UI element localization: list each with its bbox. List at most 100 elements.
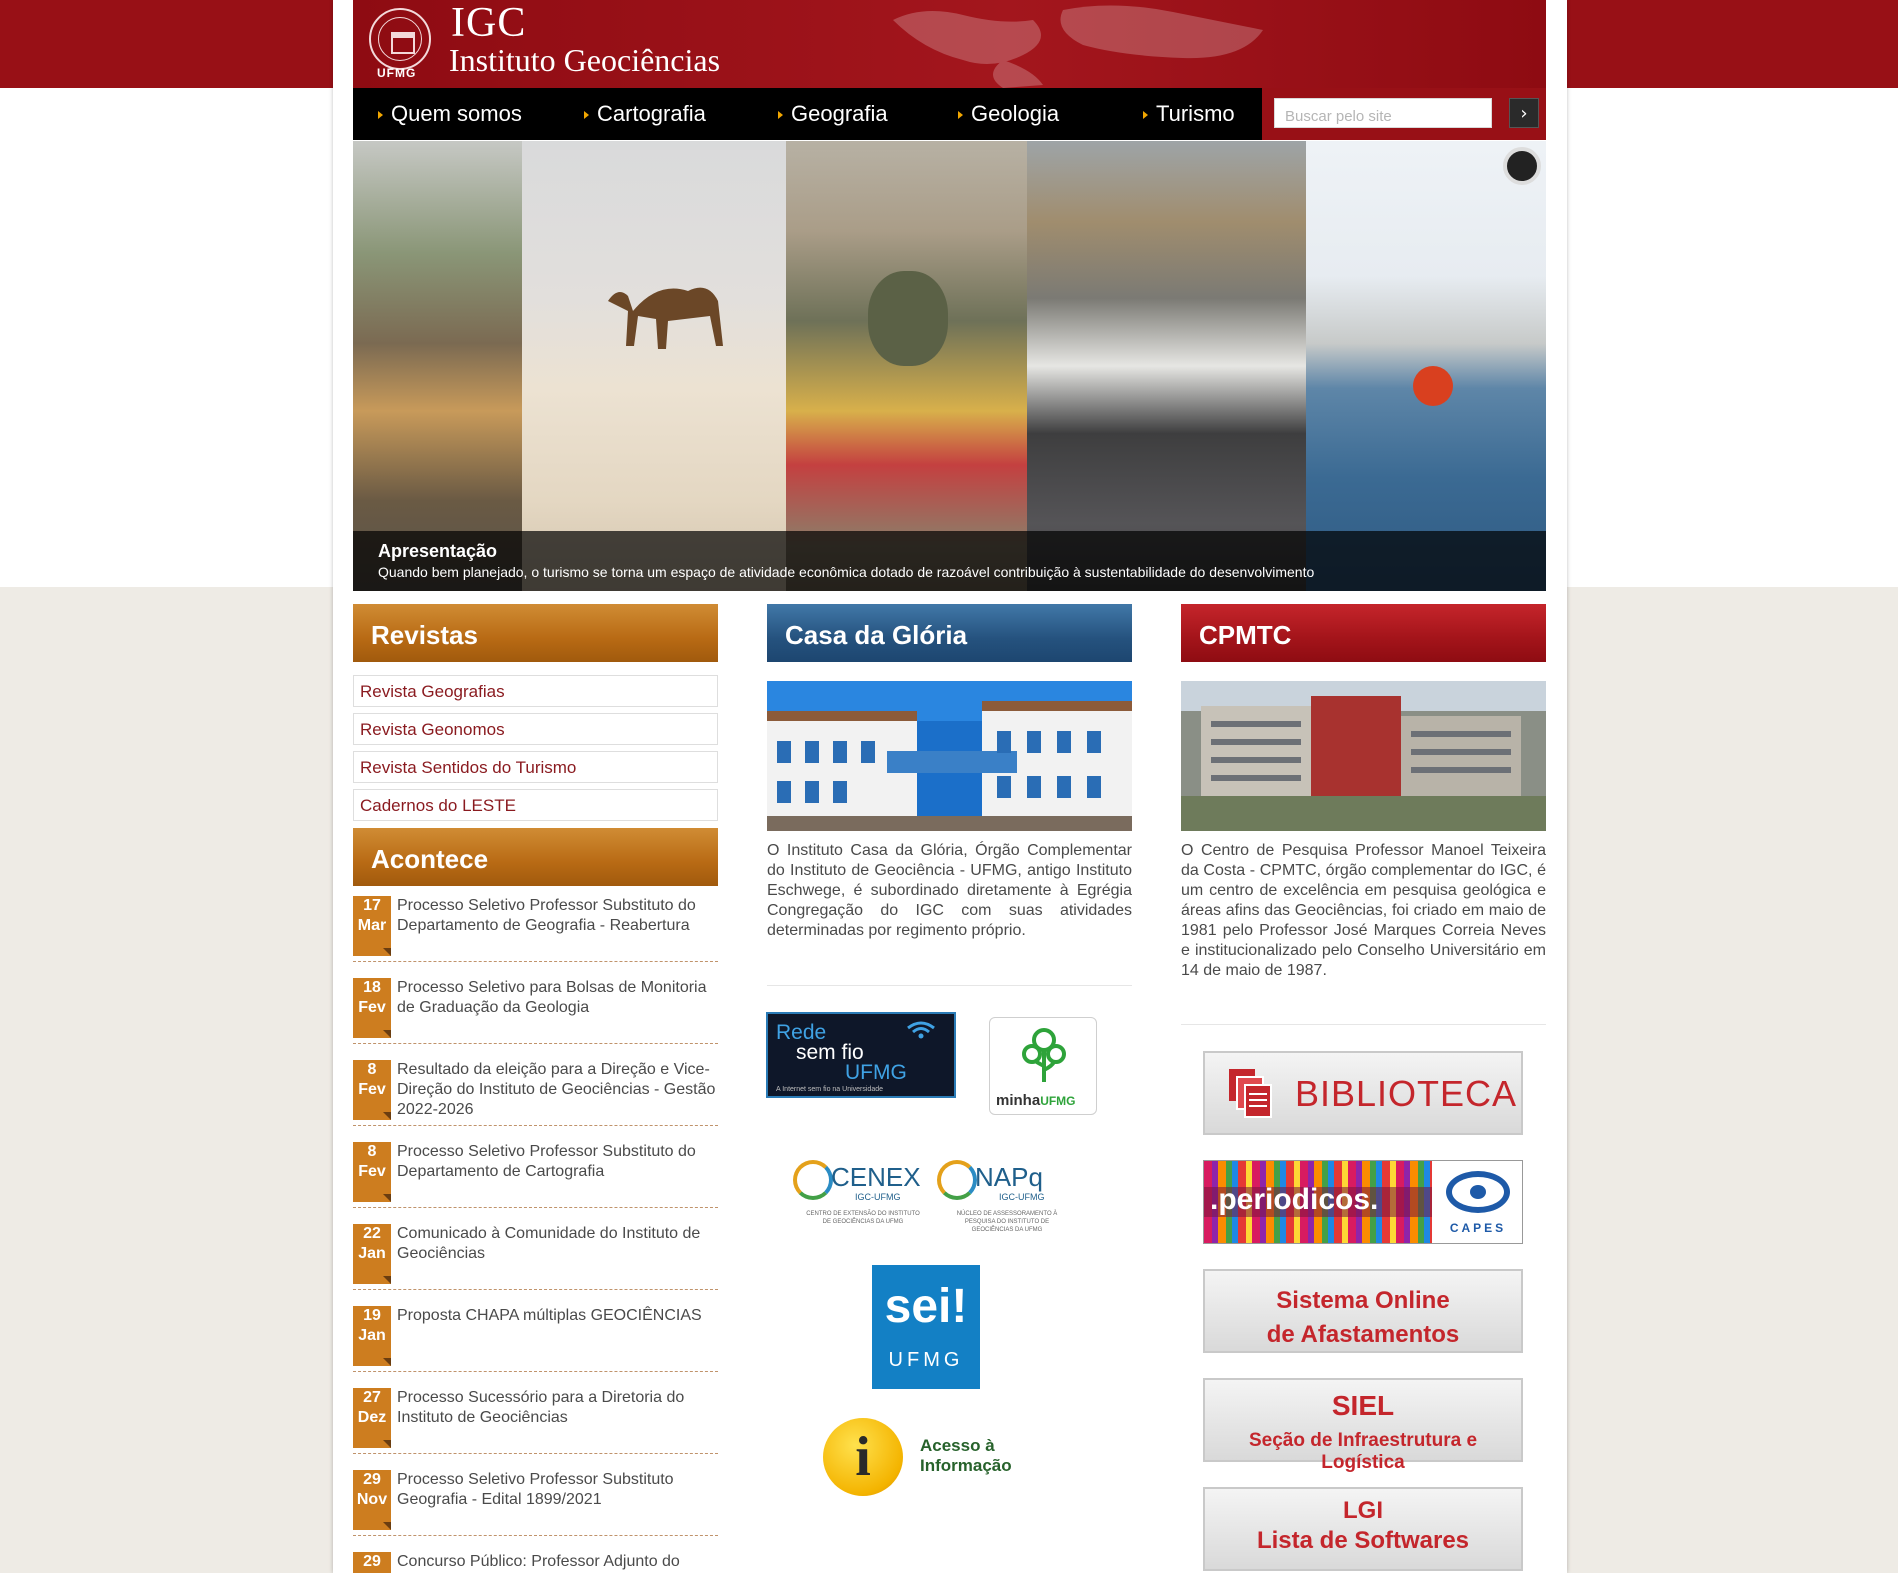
minha-ufmg-logo[interactable]: minhaUFMG <box>989 1017 1097 1115</box>
search-submit-button[interactable]: › <box>1509 98 1539 128</box>
news-date-badge: 8 Fev <box>353 1060 391 1120</box>
hero-banner[interactable]: Apresentação Quando bem planejado, o tur… <box>353 141 1546 591</box>
banner-caption: Apresentação Quando bem planejado, o tur… <box>353 531 1546 591</box>
capes-label: CAPES <box>1449 1221 1507 1235</box>
news-month: Jan <box>358 1327 386 1344</box>
news-date-badge: 27 Dez <box>353 1388 391 1448</box>
news-title[interactable]: Proposta CHAPA múltiplas GEOCIÊNCIAS <box>397 1306 718 1326</box>
news-item[interactable]: 29 Nov Processo Seletivo Professor Substi… <box>353 1470 718 1536</box>
acesso-informacao-text: Acesso à Informação <box>920 1436 1012 1476</box>
news-title[interactable]: Resultado da eleição para a Direção e Vi… <box>397 1060 718 1120</box>
lgi-button[interactable]: LGI Lista de Softwares <box>1203 1487 1523 1571</box>
news-date-badge: 29 Nov <box>353 1470 391 1530</box>
capes-eye-icon <box>1446 1171 1510 1213</box>
news-title[interactable]: Processo Sucessório para a Diretoria do … <box>397 1388 718 1428</box>
cenex-logo[interactable]: CENEX IGC-UFMG CENTRO DE EXTENSÃO DO INS… <box>793 1158 923 1228</box>
banner-photo-sculpture <box>786 141 1027 591</box>
siel-title: SIEL <box>1331 1390 1395 1421</box>
pause-icon[interactable] <box>1503 147 1541 185</box>
news-title[interactable]: Processo Seletivo Professor Substituto G… <box>397 1470 718 1510</box>
wifi-icon <box>907 1021 935 1039</box>
search-input[interactable]: Buscar pelo site <box>1274 98 1492 128</box>
cpmtc-building-illustration <box>1181 681 1546 831</box>
news-month: Fev <box>358 1163 386 1180</box>
news-item[interactable]: 27 Dez Processo Sucessório para a Diretor… <box>353 1388 718 1454</box>
biblioteca-button[interactable]: BIBLIOTECA <box>1203 1051 1523 1135</box>
divider <box>767 985 1132 986</box>
climber-helmet <box>1413 366 1453 406</box>
periodicos-capes-button[interactable]: .periodicos. CAPES <box>1203 1160 1523 1244</box>
news-date-badge: 8 Fev <box>353 1142 391 1202</box>
napq-desc: NÚCLEO DE ASSESSORAMENTO À PESQUISA DO I… <box>956 1211 1058 1233</box>
cpmtc-photo[interactable] <box>1181 681 1546 831</box>
nav-item-cartografia[interactable]: Cartografia <box>577 88 706 140</box>
bullet-icon <box>378 111 383 119</box>
tree-icon <box>1022 1028 1066 1082</box>
banner-photo-group <box>1027 141 1306 591</box>
lgi-title: LGI <box>1343 1497 1383 1524</box>
nav-label: Cartografia <box>597 101 706 126</box>
bullet-icon <box>778 111 783 119</box>
news-title[interactable]: Concurso Público: Professor Adjunto do <box>397 1552 718 1572</box>
bullet-icon <box>958 111 963 119</box>
nav-item-geologia[interactable]: Geologia <box>951 88 1059 140</box>
afastamentos-line2: de Afastamentos <box>1266 1321 1460 1348</box>
revista-link[interactable]: Revista Sentidos do Turismo <box>353 751 718 783</box>
acesso-line1: Acesso à <box>920 1436 995 1455</box>
news-item[interactable]: 8 Fev Processo Seletivo Professor Substit… <box>353 1142 718 1208</box>
news-date-badge: 18 Fev <box>353 978 391 1038</box>
nav-item-quem-somos[interactable]: Quem somos <box>371 88 522 140</box>
nav-item-geografia[interactable]: Geografia <box>771 88 888 140</box>
news-day: 8 <box>367 1143 377 1160</box>
revista-link[interactable]: Revista Geografias <box>353 675 718 707</box>
news-item[interactable]: 22 Jan Comunicado à Comunidade do Institu… <box>353 1224 718 1290</box>
rede-sem-fio-logo[interactable]: Rede sem fio UFMG A Internet sem fio na … <box>766 1012 956 1098</box>
capes-logo: CAPES <box>1432 1161 1522 1243</box>
nav-label: Quem somos <box>391 101 522 126</box>
news-date-badge: 17 Mar <box>353 896 391 956</box>
ufmg-label: UFMG <box>377 66 417 80</box>
news-item[interactable]: 19 Jan Proposta CHAPA múltiplas GEOCIÊNCI… <box>353 1306 718 1372</box>
acesso-informacao-logo[interactable]: i Acesso à Informação <box>823 1416 1023 1496</box>
periodicos-label: .periodicos. <box>1210 1183 1379 1216</box>
sei-ufmg-logo[interactable]: sei! UFMG <box>872 1265 980 1389</box>
casa-gloria-description: O Instituto Casa da Glória, Órgão Comple… <box>767 842 1132 939</box>
cpmtc-description: O Centro de Pesquisa Professor Manoel Te… <box>1181 842 1546 979</box>
nav-item-turismo[interactable]: Turismo <box>1136 88 1235 140</box>
news-title[interactable]: Comunicado à Comunidade do Instituto de … <box>397 1224 718 1264</box>
casa-gloria-illustration <box>767 681 1132 831</box>
bullet-icon <box>584 111 589 119</box>
casa-gloria-photo[interactable] <box>767 681 1132 831</box>
napq-logo[interactable]: NAPq IGC-UFMG NÚCLEO DE ASSESSORAMENTO À… <box>937 1158 1067 1233</box>
documents-icon <box>1229 1069 1272 1118</box>
news-day: 17 <box>363 897 381 914</box>
news-item[interactable]: 29 Concurso Público: Professor Adjunto d… <box>353 1552 718 1573</box>
news-day: 29 <box>363 1553 381 1570</box>
revista-link[interactable]: Cadernos do LESTE <box>353 789 718 821</box>
revista-link[interactable]: Revista Geonomos <box>353 713 718 745</box>
biblioteca-label: BIBLIOTECA <box>1295 1073 1518 1114</box>
sistema-afastamentos-button[interactable]: Sistema Online de Afastamentos <box>1203 1269 1523 1353</box>
ufmg-seal-icon[interactable] <box>369 8 431 70</box>
afastamentos-line1: Sistema Online <box>1276 1287 1450 1314</box>
news-item[interactable]: 17 Mar Processo Seletivo Professor Substi… <box>353 896 718 962</box>
news-day: 18 <box>363 979 381 996</box>
news-month: Fev <box>358 1081 386 1098</box>
news-item[interactable]: 18 Fev Processo Seletivo para Bolsas de M… <box>353 978 718 1044</box>
sei-sub: UFMG <box>888 1349 964 1371</box>
news-title[interactable]: Processo Seletivo Professor Substituto d… <box>397 896 718 936</box>
news-title[interactable]: Processo Seletivo Professor Substituto d… <box>397 1142 718 1182</box>
nav-label: Geologia <box>971 101 1060 126</box>
news-item[interactable]: 8 Fev Resultado da eleição para a Direção… <box>353 1060 718 1126</box>
napq-magnifier-icon <box>937 1160 977 1200</box>
siel-button[interactable]: SIEL Seção de Infraestrutura e Logística <box>1203 1378 1523 1473</box>
ufmg-word: UFMG <box>1040 1094 1076 1108</box>
cpmtc-heading: CPMTC <box>1181 604 1546 662</box>
caption-text: Quando bem planejado, o turismo se torna… <box>378 564 1315 580</box>
caption-title: Apresentação <box>378 541 498 561</box>
cenex-desc: CENTRO DE EXTENSÃO DO INSTITUTO DE GEOCI… <box>806 1211 920 1225</box>
institute-name[interactable]: Instituto Geociências <box>449 40 720 80</box>
news-title[interactable]: Processo Seletivo para Bolsas de Monitor… <box>397 978 718 1018</box>
news-day: 29 <box>363 1471 381 1488</box>
nav-label: Turismo <box>1156 101 1235 126</box>
